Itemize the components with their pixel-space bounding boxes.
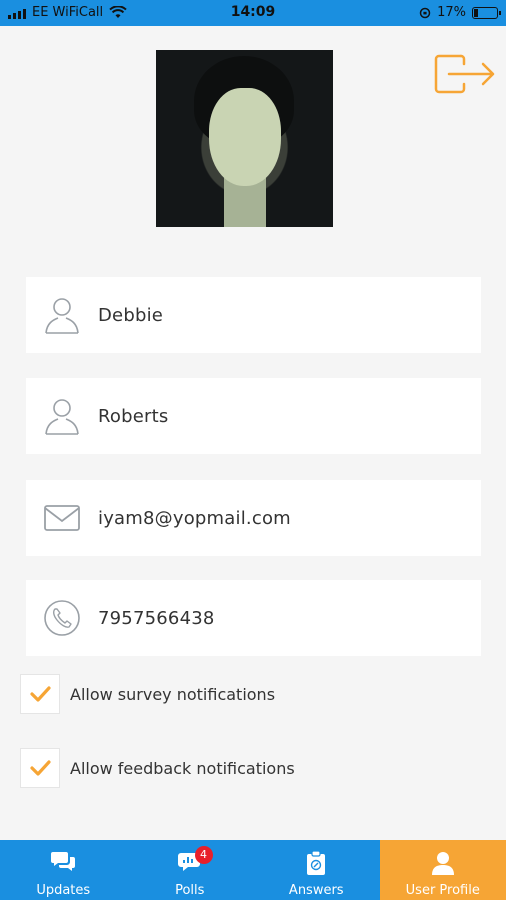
tab-polls-label: Polls [175, 883, 205, 898]
first-name-field[interactable]: Debbie [26, 277, 481, 353]
avatar[interactable] [156, 50, 333, 227]
last-name-value: Roberts [98, 405, 169, 427]
phone-field[interactable]: 7957566438 [26, 580, 481, 656]
polls-badge: 4 [194, 846, 213, 864]
email-field[interactable]: iyam8@yopmail.com [26, 480, 481, 556]
tab-updates[interactable]: Updates [0, 840, 127, 900]
clipboard-icon [307, 850, 326, 875]
bottom-tab-bar: Updates 4 Polls Answers User Profile [0, 840, 506, 900]
person-icon [26, 295, 98, 335]
checkmark-icon [30, 686, 51, 702]
checkmark-icon [30, 760, 51, 776]
feedback-notifications-label: Allow feedback notifications [70, 758, 295, 778]
tab-answers[interactable]: Answers [253, 840, 380, 900]
tab-answers-label: Answers [288, 883, 344, 898]
survey-notifications-label: Allow survey notifications [70, 684, 276, 704]
chat-bubbles-icon [51, 852, 76, 871]
phone-value: 7957566438 [98, 607, 215, 629]
first-name-value: Debbie [98, 304, 164, 326]
feedback-notifications-toggle[interactable]: Allow feedback notifications [20, 748, 295, 788]
tab-user-profile-label: User Profile [405, 883, 480, 898]
logout-icon[interactable] [433, 50, 497, 98]
tab-polls[interactable]: 4 Polls [127, 840, 254, 900]
tab-user-profile[interactable]: User Profile [379, 840, 506, 900]
user-icon [431, 852, 454, 875]
feedback-notifications-checkbox[interactable] [20, 748, 60, 788]
battery-percent: 17% [437, 5, 466, 20]
phone-icon [26, 599, 98, 637]
last-name-field[interactable]: Roberts [26, 378, 481, 454]
email-value: iyam8@yopmail.com [98, 507, 291, 529]
survey-notifications-toggle[interactable]: Allow survey notifications [20, 674, 275, 714]
status-bar: EE WiFiCall 14:09 17% [0, 0, 506, 26]
survey-notifications-checkbox[interactable] [20, 674, 60, 714]
tab-updates-label: Updates [36, 883, 91, 898]
person-icon [26, 396, 98, 436]
avatar-face [209, 88, 281, 186]
rotation-lock-icon [419, 7, 431, 18]
battery-icon [472, 6, 501, 19]
status-right: 17% [419, 5, 501, 20]
envelope-icon [26, 503, 98, 533]
